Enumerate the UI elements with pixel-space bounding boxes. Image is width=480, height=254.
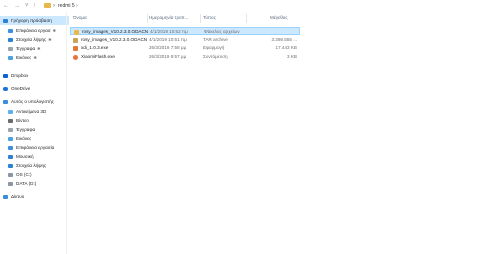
column-name[interactable]: Όνομα [73, 15, 87, 20]
download-icon [8, 163, 13, 168]
pane-divider[interactable] [66, 12, 67, 254]
file-size: 17.443 KB [275, 45, 297, 50]
network-icon [3, 194, 8, 199]
file-date: 26/3/2019 9:57 μμ [149, 54, 187, 59]
computer-icon [3, 99, 8, 104]
star-icon [3, 18, 8, 23]
sidebar-item-pictures[interactable]: Εικόνες ✱ [0, 53, 74, 62]
arrow-left-icon: ← [3, 3, 9, 9]
folder-icon [44, 3, 51, 8]
desktop-icon [8, 145, 13, 150]
download-icon [8, 37, 13, 42]
file-type: TAR archive [203, 37, 228, 42]
sidebar-item-videos[interactable]: Βίντεο [0, 116, 74, 125]
up-button[interactable]: ↑ [33, 3, 36, 9]
music-icon [8, 154, 13, 159]
sidebar-item-desktop[interactable]: Επιφάνεια εργασ ✱ [0, 26, 74, 35]
file-row[interactable]: rosy_images_V10.2.3.0.ODACNXM_20190... 4… [70, 36, 300, 44]
arrow-up-icon: ↑ [33, 3, 36, 9]
file-name: xdi_1.0.3.exe [81, 45, 109, 50]
arrow-right-icon: → [14, 3, 20, 9]
video-icon [8, 118, 13, 123]
file-date: 4/1/2019 10:51 πμ [149, 37, 187, 42]
sidebar-item-pictures-pc[interactable]: Εικόνες [0, 134, 74, 143]
sidebar-item-documents-pc[interactable]: Έγγραφα [0, 125, 74, 134]
sidebar-item-this-pc[interactable]: Αυτός ο υπολογιστής [0, 97, 69, 106]
breadcrumb-dropdown[interactable]: › [76, 3, 78, 9]
sidebar-item-onedrive[interactable]: OneDrive [0, 84, 69, 93]
documents-icon [8, 46, 13, 51]
pictures-icon [8, 136, 13, 141]
file-row[interactable]: rosy_images_V10.2.3.0.ODACNXM_20190... 4… [70, 27, 300, 35]
column-header: Όνομα Ημερομηνία τροπ... Τύπος Μέγεθος [70, 14, 310, 23]
file-type: Εφαρμογή [203, 45, 225, 50]
forward-button[interactable]: → [14, 3, 20, 9]
sidebar-item-quick-access[interactable]: Γρήγορη πρόσβαση [0, 16, 69, 25]
sidebar-item-network[interactable]: Δίκτυο [0, 192, 69, 201]
cube-icon [8, 109, 13, 114]
column-size[interactable]: Μέγεθος [270, 15, 288, 20]
column-divider[interactable] [200, 14, 201, 23]
sidebar-item-music[interactable]: Μουσική [0, 152, 74, 161]
sidebar-item-downloads[interactable]: Στοιχεία λήψης ✱ [0, 35, 74, 44]
column-date[interactable]: Ημερομηνία τροπ... [149, 15, 189, 20]
pictures-icon [8, 55, 13, 60]
file-type: Συντόμευση [203, 54, 228, 59]
recent-dropdown-button[interactable]: ˅ [25, 3, 29, 9]
cloud-icon [3, 86, 8, 91]
breadcrumb-separator: › [53, 3, 55, 9]
dropbox-icon [3, 73, 8, 78]
column-type[interactable]: Τύπος [203, 15, 216, 20]
pin-icon: ✱ [48, 37, 52, 42]
back-button[interactable]: ← [3, 3, 9, 9]
file-row[interactable]: XiaomiFlash.exe 26/3/2019 9:57 μμ Συντόμ… [70, 53, 300, 61]
drive-icon [8, 172, 13, 177]
file-name: XiaomiFlash.exe [81, 54, 115, 59]
file-type: Φάκελος αρχείων [204, 29, 240, 34]
navigation-pane: Γρήγορη πρόσβαση Επιφάνεια εργασ ✱ Στοιχ… [0, 16, 69, 254]
sidebar-item-drive-d[interactable]: DATA (D:) [0, 179, 74, 188]
file-row[interactable]: xdi_1.0.3.exe 26/3/2019 7:58 μμ Εφαρμογή… [70, 44, 300, 52]
exe-icon [73, 45, 78, 51]
file-date: 26/3/2019 7:58 μμ [149, 45, 187, 50]
folder-icon [74, 29, 79, 35]
sidebar-item-drive-c[interactable]: OS (C:) [0, 170, 74, 179]
sidebar-item-dropbox[interactable]: Dropbox [0, 71, 69, 80]
drive-icon [8, 181, 13, 186]
file-name: rosy_images_V10.2.3.0.ODACNXM_20190... [82, 29, 148, 34]
pin-icon: ✱ [52, 28, 56, 33]
address-bar: ← → ˅ ↑ › redmi 5 › [0, 0, 480, 12]
file-size: 3 KB [287, 54, 297, 59]
sidebar-item-downloads-pc[interactable]: Στοιχεία λήψης [0, 161, 74, 170]
pin-icon: ✱ [37, 46, 41, 51]
documents-icon [8, 127, 13, 132]
sidebar-item-3d-objects[interactable]: Αντικείμενα 3D [0, 107, 74, 116]
sidebar-item-desktop-pc[interactable]: Επιφάνεια εργασία [0, 143, 74, 152]
file-name: rosy_images_V10.2.3.0.ODACNXM_20190... [81, 37, 147, 42]
archive-icon [73, 37, 78, 43]
file-size: 3.398.555 ... [271, 37, 297, 42]
pin-icon: ✱ [33, 55, 37, 60]
shortcut-icon [73, 54, 78, 60]
sidebar-item-documents[interactable]: Έγγραφα ✱ [0, 44, 74, 53]
column-divider[interactable] [246, 14, 247, 23]
desktop-icon [8, 28, 13, 33]
chevron-down-icon: ˅ [25, 3, 29, 9]
column-divider[interactable] [147, 14, 148, 23]
file-date: 4/1/2019 10:52 πμ [150, 29, 188, 34]
breadcrumb-current[interactable]: redmi 5 [58, 3, 75, 9]
